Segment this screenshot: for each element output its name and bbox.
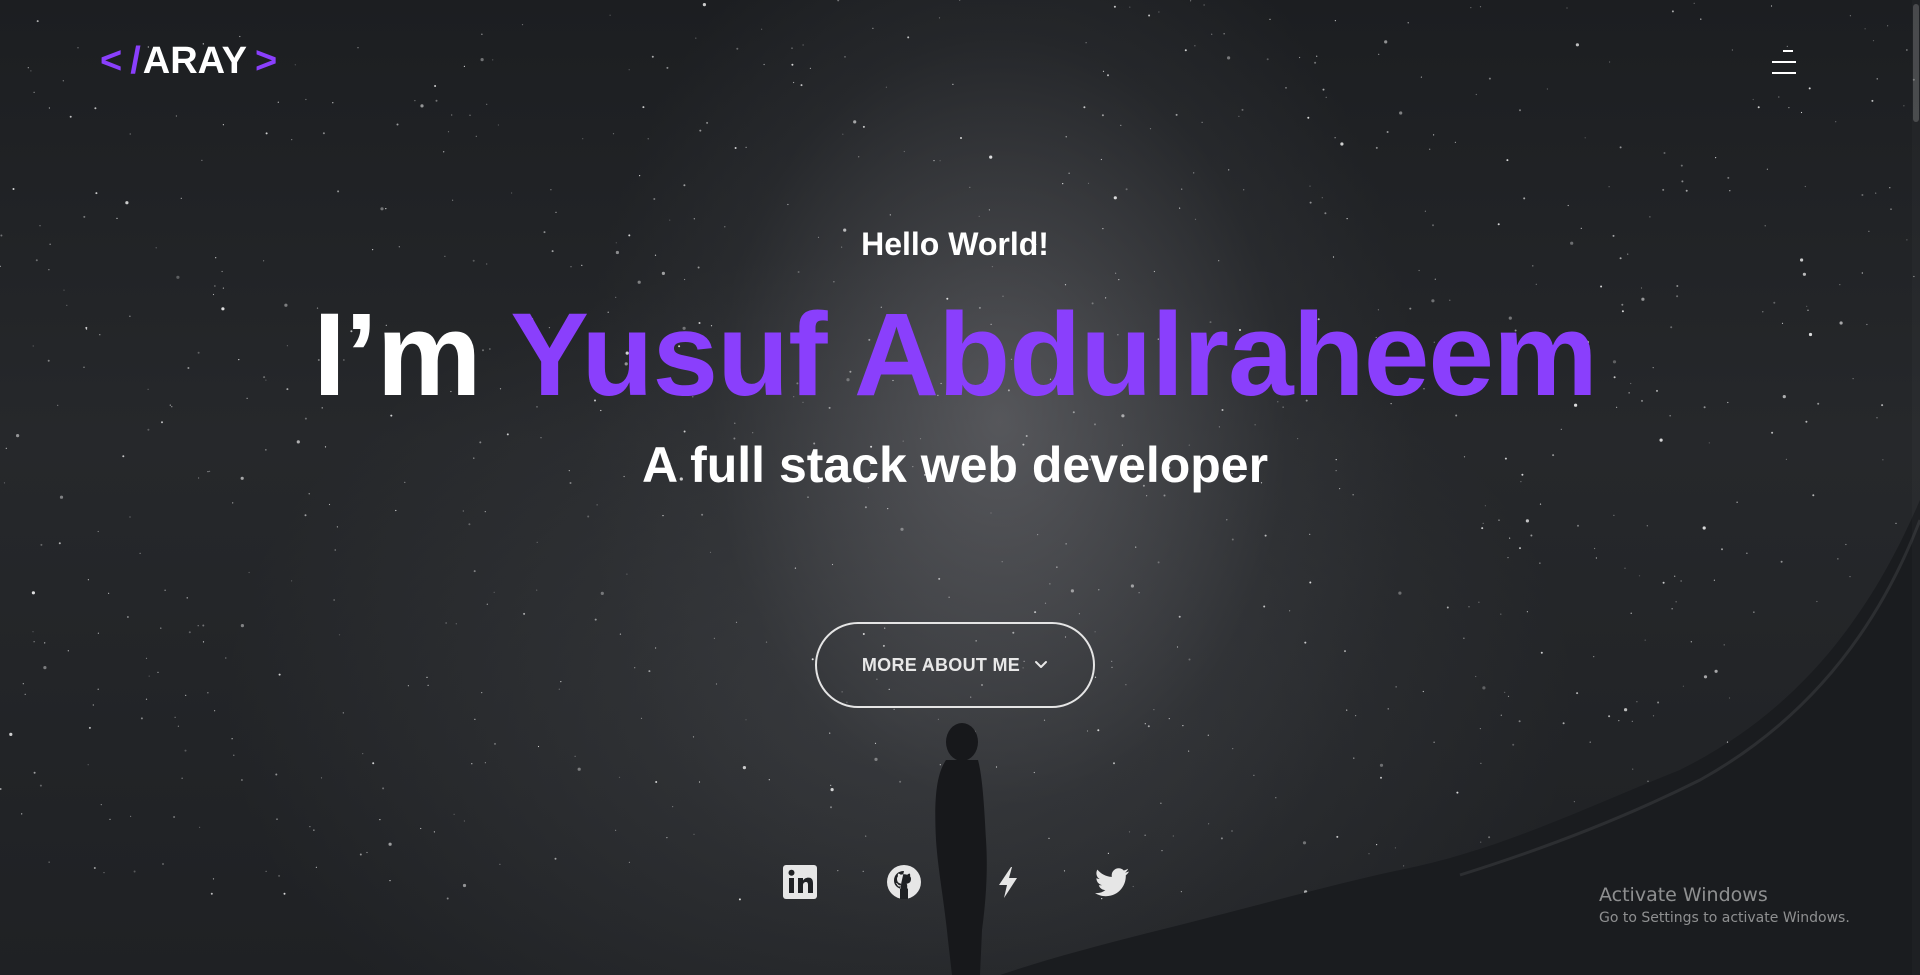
hamburger-line: [1772, 61, 1796, 63]
site-logo[interactable]: < / ARAY >: [100, 40, 277, 83]
headline-name: Yusuf Abdulraheem: [510, 289, 1598, 421]
menu-button[interactable]: [1772, 50, 1804, 76]
more-about-me-button[interactable]: MORE ABOUT ME: [815, 622, 1095, 708]
social-links: [780, 862, 1140, 902]
logo-slash: /: [130, 40, 141, 82]
more-about-me-label: MORE ABOUT ME: [861, 654, 1021, 675]
lightning-icon[interactable]: [988, 862, 1028, 902]
scrollbar-thumb[interactable]: [1913, 4, 1919, 122]
hamburger-menu-icon: [1783, 50, 1793, 52]
headline-prefix: I’m: [313, 289, 511, 421]
hero-greeting: Hello World!: [861, 226, 1049, 262]
hero-headline: I’m Yusuf Abdulraheem: [0, 290, 1910, 420]
hero-subtitle: A full stack web developer: [641, 437, 1269, 493]
twitter-icon[interactable]: [1092, 862, 1132, 902]
hamburger-line: [1772, 72, 1796, 74]
hero-page: < / ARAY > Hello World! I’m Yusuf Abdulr…: [0, 0, 1920, 975]
logo-name: ARAY: [142, 40, 247, 82]
github-icon[interactable]: [884, 862, 924, 902]
activation-subtitle: Go to Settings to activate Windows.: [1599, 910, 1850, 926]
activation-title: Activate Windows: [1599, 884, 1768, 906]
logo-open-bracket: <: [100, 40, 123, 82]
logo-close-bracket: >: [254, 40, 278, 82]
chevron-down-icon: [1035, 661, 1048, 668]
page-scrollbar[interactable]: [1912, 0, 1920, 975]
linkedin-icon[interactable]: [780, 862, 820, 902]
windows-activation-watermark: Activate Windows Go to Settings to activ…: [1599, 884, 1850, 926]
